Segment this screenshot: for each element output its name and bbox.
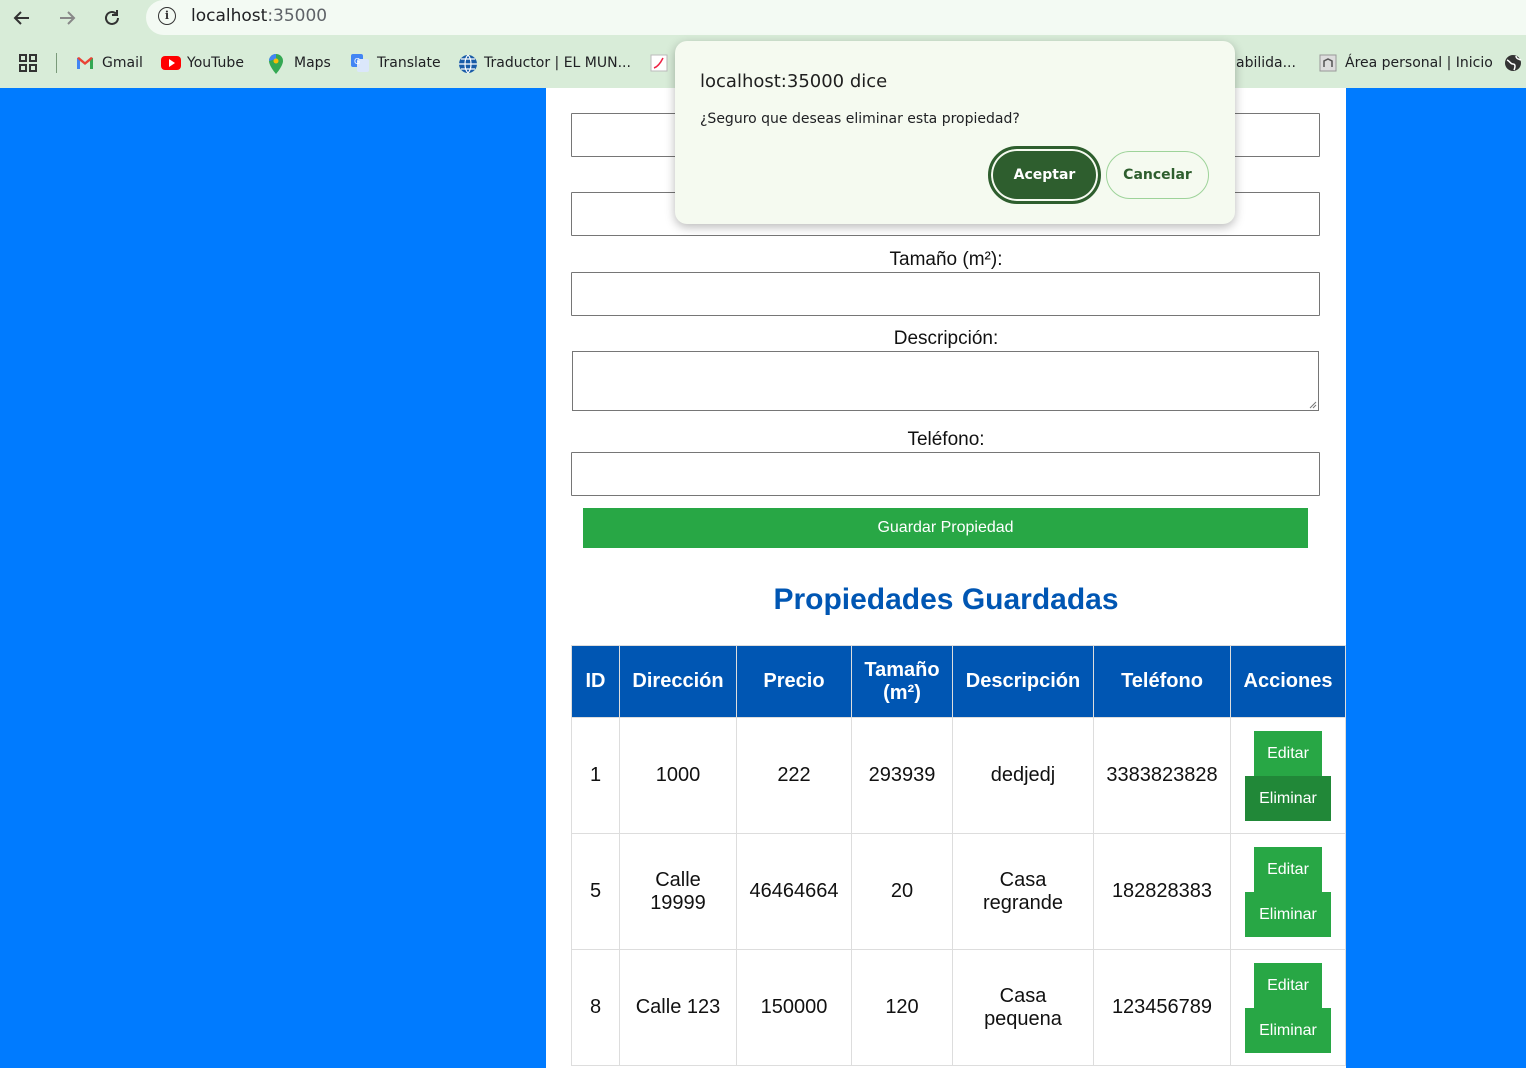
address-bar[interactable] xyxy=(146,0,1526,35)
browser-toolbar: i localhost:35000 xyxy=(0,0,1526,37)
bookmark-contabilidad[interactable]: abilida... xyxy=(1236,53,1296,73)
cell-description: dedjedj xyxy=(952,717,1094,834)
cell-phone: 182828383 xyxy=(1093,833,1231,950)
header-actions: Acciones xyxy=(1230,645,1346,718)
moodle-icon xyxy=(1319,54,1337,72)
back-arrow-icon[interactable] xyxy=(9,5,35,31)
edit-button[interactable]: Editar xyxy=(1254,963,1322,1008)
page-icon xyxy=(650,54,668,72)
translate-icon: G xyxy=(351,54,369,72)
cell-size: 293939 xyxy=(851,717,953,834)
cell-address: 1000 xyxy=(619,717,737,834)
header-size: Tamaño (m²) xyxy=(851,645,953,718)
table-row: 5 Calle 19999 46464664 20 Casa regrande … xyxy=(571,833,1346,950)
cell-phone: 3383823828 xyxy=(1093,717,1231,834)
bookmark-youtube[interactable]: YouTube xyxy=(161,53,244,73)
bookmark-traductor[interactable]: Traductor | EL MUN... xyxy=(458,53,631,74)
forward-arrow-icon[interactable] xyxy=(54,5,80,31)
site-info-icon[interactable]: i xyxy=(158,7,176,25)
table-row: 1 1000 222 293939 dedjedj 3383823828 Edi… xyxy=(571,717,1346,834)
cell-id: 8 xyxy=(571,949,620,1066)
properties-table: ID Dirección Precio Tamaño (m²) Descripc… xyxy=(571,645,1346,1066)
gmail-icon xyxy=(76,54,94,72)
delete-button[interactable]: Eliminar xyxy=(1245,1008,1331,1053)
phone-label: Teléfono: xyxy=(907,429,985,450)
cancel-button[interactable]: Cancelar xyxy=(1106,151,1209,199)
saved-properties-title: Propiedades Guardadas xyxy=(773,583,1119,616)
cell-actions: Editar Eliminar xyxy=(1230,717,1346,834)
apps-grid-icon[interactable] xyxy=(18,53,38,73)
bookmarks-divider xyxy=(56,53,57,73)
cell-price: 46464664 xyxy=(736,833,852,950)
edit-button[interactable]: Editar xyxy=(1254,847,1322,892)
header-description: Descripción xyxy=(952,645,1094,718)
property-form-page: Tamaño (m²): Descripción: Teléfono: Guar… xyxy=(546,88,1346,1068)
cell-address: Calle 19999 xyxy=(619,833,737,950)
cell-description: Casa pequena xyxy=(952,949,1094,1066)
header-phone: Teléfono xyxy=(1093,645,1231,718)
bookmark-gmail[interactable]: Gmail xyxy=(76,53,143,73)
accept-button[interactable]: Aceptar xyxy=(988,146,1101,204)
cell-id: 5 xyxy=(571,833,620,950)
confirm-dialog: localhost:35000 dice ¿Seguro que deseas … xyxy=(675,41,1235,224)
header-address: Dirección xyxy=(619,645,737,718)
size-field[interactable] xyxy=(571,272,1320,316)
cell-size: 120 xyxy=(851,949,953,1066)
cell-id: 1 xyxy=(571,717,620,834)
bookmark-translate[interactable]: G Translate xyxy=(351,53,441,73)
cell-phone: 123456789 xyxy=(1093,949,1231,1066)
dialog-title: localhost:35000 dice xyxy=(700,71,888,92)
youtube-icon xyxy=(161,54,181,72)
table-row: 8 Calle 123 150000 120 Casa pequena 1234… xyxy=(571,949,1346,1066)
cell-actions: Editar Eliminar xyxy=(1230,833,1346,950)
delete-button[interactable]: Eliminar xyxy=(1245,776,1331,821)
maps-icon xyxy=(268,54,286,74)
globe-icon xyxy=(458,54,477,74)
bookmark-area-personal[interactable]: Área personal | Inicio xyxy=(1319,53,1493,73)
bookmark-maps[interactable]: Maps xyxy=(268,53,331,74)
size-label: Tamaño (m²): xyxy=(889,249,1003,270)
table-header-row: ID Dirección Precio Tamaño (m²) Descripc… xyxy=(571,645,1346,718)
description-textarea[interactable] xyxy=(572,351,1319,411)
url-text[interactable]: localhost:35000 xyxy=(191,6,327,26)
cell-description: Casa regrande xyxy=(952,833,1094,950)
svg-text:G: G xyxy=(354,57,360,66)
bookmark-partial[interactable] xyxy=(650,53,676,73)
cell-address: Calle 123 xyxy=(619,949,737,1066)
header-price: Precio xyxy=(736,645,852,718)
description-label: Descripción: xyxy=(893,328,999,349)
delete-button[interactable]: Eliminar xyxy=(1245,892,1331,937)
dialog-message: ¿Seguro que deseas eliminar esta propied… xyxy=(700,111,1020,127)
phone-field[interactable] xyxy=(571,452,1320,496)
cell-price: 150000 xyxy=(736,949,852,1066)
header-id: ID xyxy=(571,645,620,718)
reload-icon[interactable] xyxy=(99,5,125,31)
cell-actions: Editar Eliminar xyxy=(1230,949,1346,1066)
resize-handle-icon[interactable] xyxy=(1308,400,1317,409)
save-property-button[interactable]: Guardar Propiedad xyxy=(583,508,1308,548)
cell-price: 222 xyxy=(736,717,852,834)
cell-size: 20 xyxy=(851,833,953,950)
edit-button[interactable]: Editar xyxy=(1254,731,1322,776)
all-bookmarks-globe-icon[interactable] xyxy=(1504,53,1522,73)
